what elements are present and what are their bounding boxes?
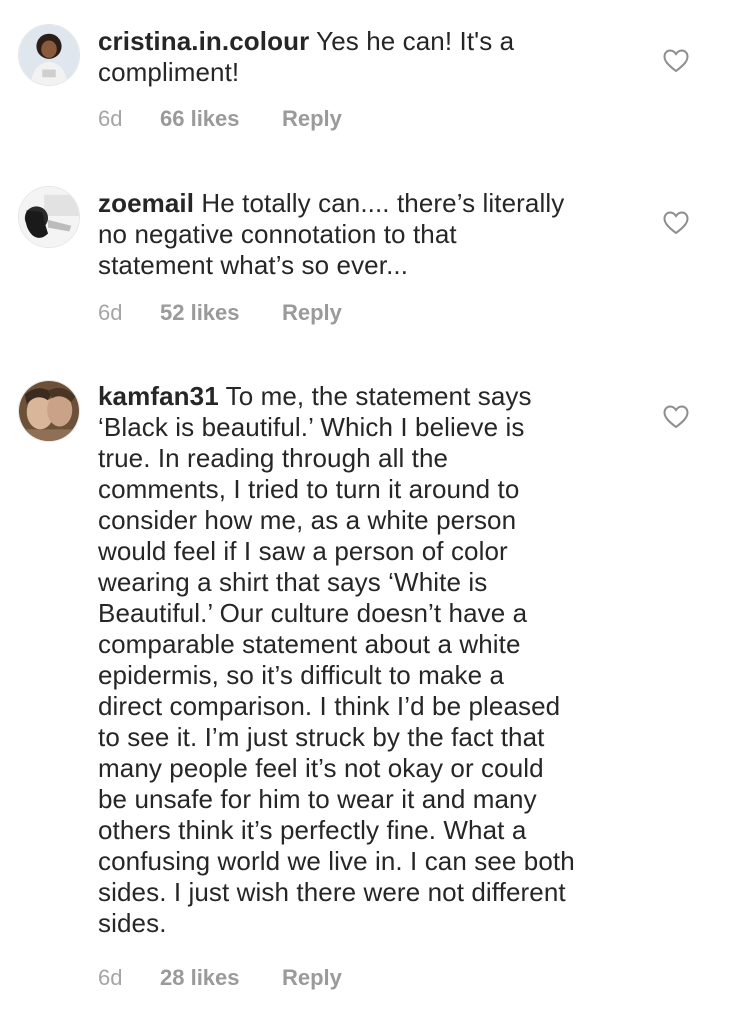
comment-line: compliment!	[98, 57, 240, 87]
comment-text: zoemail He totally can.... there’s liter…	[98, 188, 628, 281]
avatar-photo-icon	[19, 381, 79, 441]
comment-line: consider how me, as a white person	[98, 505, 517, 535]
comment-line: wearing a shirt that says ‘White is	[98, 567, 488, 597]
user-avatar[interactable]	[18, 380, 80, 442]
comment-username[interactable]: cristina.in.colour	[98, 26, 309, 56]
comment-line: sides. I just wish there were not differ…	[98, 877, 566, 907]
reply-button[interactable]: Reply	[282, 300, 342, 326]
comment-line: He totally can.... there’s literally	[201, 188, 565, 218]
comment-likes[interactable]: 28 likes	[160, 965, 282, 991]
comment-username[interactable]: zoemail	[98, 188, 194, 218]
avatar-photo-icon	[19, 25, 79, 85]
heart-outline-icon	[663, 211, 689, 235]
comment-line: comparable statement about a white	[98, 629, 521, 659]
heart-outline-icon	[663, 49, 689, 73]
like-button[interactable]	[663, 49, 689, 73]
comment-line: others think it’s perfectly fine. What a	[98, 815, 527, 845]
like-button[interactable]	[663, 211, 689, 235]
comment-age: 6d	[98, 300, 123, 325]
comment-line: to see it. I’m just struck by the fact t…	[98, 722, 545, 752]
comment-likes[interactable]: 66 likes	[160, 106, 282, 132]
comment-line: confusing world we live in. I can see bo…	[98, 846, 575, 876]
reply-button[interactable]: Reply	[282, 965, 342, 991]
comment-age: 6d	[98, 106, 123, 131]
comment-line: statement what’s so ever...	[98, 250, 409, 280]
comment-line: true. In reading through all the	[98, 443, 449, 473]
comment-text: kamfan31 To me, the statement says ‘Blac…	[98, 381, 628, 939]
comment-meta: 6d 28 likes Reply	[98, 965, 342, 991]
comment-username[interactable]: kamfan31	[98, 381, 219, 411]
heart-outline-icon	[663, 405, 689, 429]
avatar-photo-icon	[19, 187, 79, 247]
user-avatar[interactable]	[18, 186, 80, 248]
comment-line: epidermis, so it’s difficult to make a	[98, 660, 505, 690]
comment-meta: 6d 52 likes Reply	[98, 300, 342, 326]
comment-likes[interactable]: 52 likes	[160, 300, 282, 326]
comment-line: be unsafe for him to wear it and many	[98, 784, 537, 814]
comment-line: sides.	[98, 908, 167, 938]
comment-line: Beautiful.’ Our culture doesn’t have a	[98, 598, 528, 628]
reply-button[interactable]: Reply	[282, 106, 342, 132]
comment-line: comments, I tried to turn it around to	[98, 474, 520, 504]
comment-line: many people feel it’s not okay or could	[98, 753, 544, 783]
like-button[interactable]	[663, 405, 689, 429]
comment-line: direct comparison. I think I’d be please…	[98, 691, 561, 721]
comment-line: To me, the statement says	[225, 381, 532, 411]
comment-line: would feel if I saw a person of color	[98, 536, 508, 566]
comment-meta: 6d 66 likes Reply	[98, 106, 342, 132]
comment-line: Yes he can! It's a	[316, 26, 515, 56]
comment-text: cristina.in.colour Yes he can! It's a co…	[98, 26, 628, 88]
comment-line: ‘Black is beautiful.’ Which I believe is	[98, 412, 525, 442]
comment-age: 6d	[98, 965, 123, 990]
comment-line: no negative connotation to that	[98, 219, 457, 249]
user-avatar[interactable]	[18, 24, 80, 86]
